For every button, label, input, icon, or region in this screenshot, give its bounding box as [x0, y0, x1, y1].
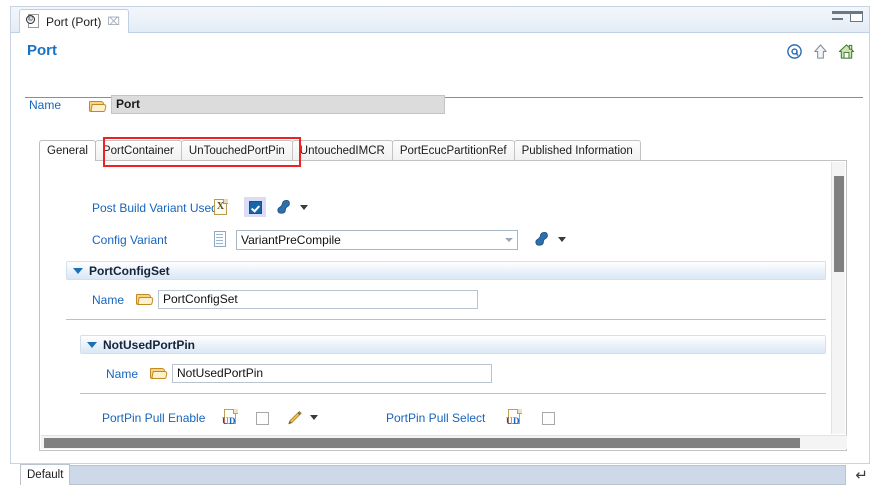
name-input[interactable]: Port	[111, 95, 445, 114]
section-not-used-port-pin[interactable]: NotUsedPortPin	[80, 335, 826, 354]
field-portpin-pull-select: PortPin Pull Select UD	[386, 407, 646, 429]
form-header: Port	[11, 33, 869, 98]
tab-label: UnTouchedPortPin	[188, 145, 285, 157]
tab-portcontainer[interactable]: PortContainer	[94, 140, 182, 161]
vertical-scrollbar-thumb[interactable]	[834, 176, 844, 272]
config-variant-combo[interactable]: VariantPreCompile	[236, 230, 518, 250]
folder-icon	[136, 293, 154, 306]
field-portpin-pull-enable: PortPin Pull Enable UD	[40, 407, 380, 429]
collapse-triangle-icon[interactable]	[73, 267, 83, 274]
folder-icon	[150, 367, 168, 380]
tab-label: Published Information	[521, 145, 633, 157]
not-used-port-pin-name-row: Name NotUsedPortPin	[40, 363, 560, 385]
tab-portecucpartitionref[interactable]: PortEcucPartitionRef	[391, 140, 515, 161]
ud-document-icon[interactable]: UD	[222, 409, 238, 426]
section-port-config-set[interactable]: PortConfigSet	[66, 261, 826, 280]
editor-tab-strip: © Port (Port) ⌧	[11, 7, 869, 33]
tab-default[interactable]: Default	[20, 464, 71, 485]
section-divider	[66, 319, 826, 320]
tab-label: UntouchedIMCR	[299, 145, 385, 157]
wrench-icon[interactable]	[276, 199, 292, 215]
name-label: Name	[106, 367, 139, 381]
enter-arrow-icon: ↵	[855, 466, 868, 484]
tab-label: PortEcucPartitionRef	[399, 145, 507, 157]
horizontal-scrollbar[interactable]	[41, 435, 847, 449]
collapse-triangle-icon[interactable]	[87, 341, 97, 348]
window-controls	[832, 11, 863, 22]
tab-untouchedportpin[interactable]: UnTouchedPortPin	[180, 140, 293, 161]
general-form-content: Post Build Variant Used X Config Variant…	[40, 161, 832, 433]
application-window: © Port (Port) ⌧ Port Name Port General P…	[0, 0, 880, 504]
tab-label: PortContainer	[102, 145, 174, 157]
field-label: PortPin Pull Enable	[102, 411, 206, 425]
editor-window-frame: © Port (Port) ⌧ Port Name Port General P…	[10, 6, 870, 464]
excel-document-icon[interactable]: X	[214, 199, 228, 215]
folder-icon	[89, 100, 107, 113]
general-tab-body: Post Build Variant Used X Config Variant…	[39, 160, 847, 451]
tab-label: Default	[27, 469, 64, 481]
name-label: Name	[29, 98, 62, 112]
port-config-set-name-input[interactable]: PortConfigSet	[158, 290, 478, 309]
pencil-icon[interactable]	[286, 410, 303, 426]
wrench-icon[interactable]	[534, 231, 550, 247]
field-label: Post Build Variant Used	[92, 201, 218, 215]
form-header-toolbar	[786, 43, 855, 60]
close-icon[interactable]: ⌧	[107, 16, 120, 27]
vertical-scrollbar[interactable]	[831, 162, 845, 434]
tab-label: General	[47, 145, 88, 157]
field-label: PortPin Pull Select	[386, 411, 486, 425]
horizontal-scrollbar-thumb[interactable]	[44, 438, 800, 448]
up-arrow-icon[interactable]	[812, 43, 829, 60]
name-label: Name	[92, 293, 125, 307]
tab-general[interactable]: General	[39, 140, 96, 161]
portpin-pull-select-checkbox[interactable]	[542, 412, 555, 425]
section-title: PortConfigSet	[89, 263, 170, 278]
page-title: Port	[27, 42, 57, 59]
default-page-bar	[64, 465, 846, 485]
port-config-set-name-row: Name PortConfigSet	[40, 289, 540, 311]
maximize-icon[interactable]	[850, 11, 863, 22]
not-used-port-pin-name-input[interactable]: NotUsedPortPin	[172, 364, 492, 383]
field-label: Config Variant	[92, 233, 168, 247]
chevron-down-icon[interactable]	[310, 415, 318, 420]
home-icon[interactable]	[838, 43, 855, 60]
portpin-pull-enable-checkbox[interactable]	[256, 412, 269, 425]
field-config-variant: Config Variant VariantPreCompile	[40, 229, 660, 251]
config-variant-value: VariantPreCompile	[241, 233, 341, 247]
field-post-build-variant-used: Post Build Variant Used X	[40, 197, 600, 219]
post-build-variant-checkbox[interactable]	[244, 197, 266, 217]
tab-bar: General PortContainer UnTouchedPortPin U…	[39, 139, 847, 161]
tab-published-information[interactable]: Published Information	[513, 140, 641, 161]
top-name-row: Name Port	[11, 91, 869, 121]
ecu-configuration-document-icon: ©	[26, 14, 40, 29]
tab-bar-filler	[639, 140, 847, 161]
editor-tab-label: Port (Port)	[46, 14, 102, 29]
chevron-down-icon[interactable]	[300, 205, 308, 210]
ud-document-icon[interactable]: UD	[506, 409, 522, 426]
section-divider	[80, 393, 826, 394]
editor-tab-port[interactable]: © Port (Port) ⌧	[19, 9, 130, 33]
bottom-tab-row: Default ↵	[10, 464, 870, 486]
section-title: NotUsedPortPin	[103, 337, 196, 352]
tab-untouchedimcr[interactable]: UntouchedIMCR	[291, 140, 393, 161]
chevron-down-icon[interactable]	[558, 237, 566, 242]
sheet-document-icon[interactable]	[214, 231, 227, 247]
link-at-icon[interactable]	[786, 43, 803, 60]
general-tab-folder: General PortContainer UnTouchedPortPin U…	[39, 137, 847, 451]
chevron-down-icon[interactable]	[505, 238, 513, 242]
